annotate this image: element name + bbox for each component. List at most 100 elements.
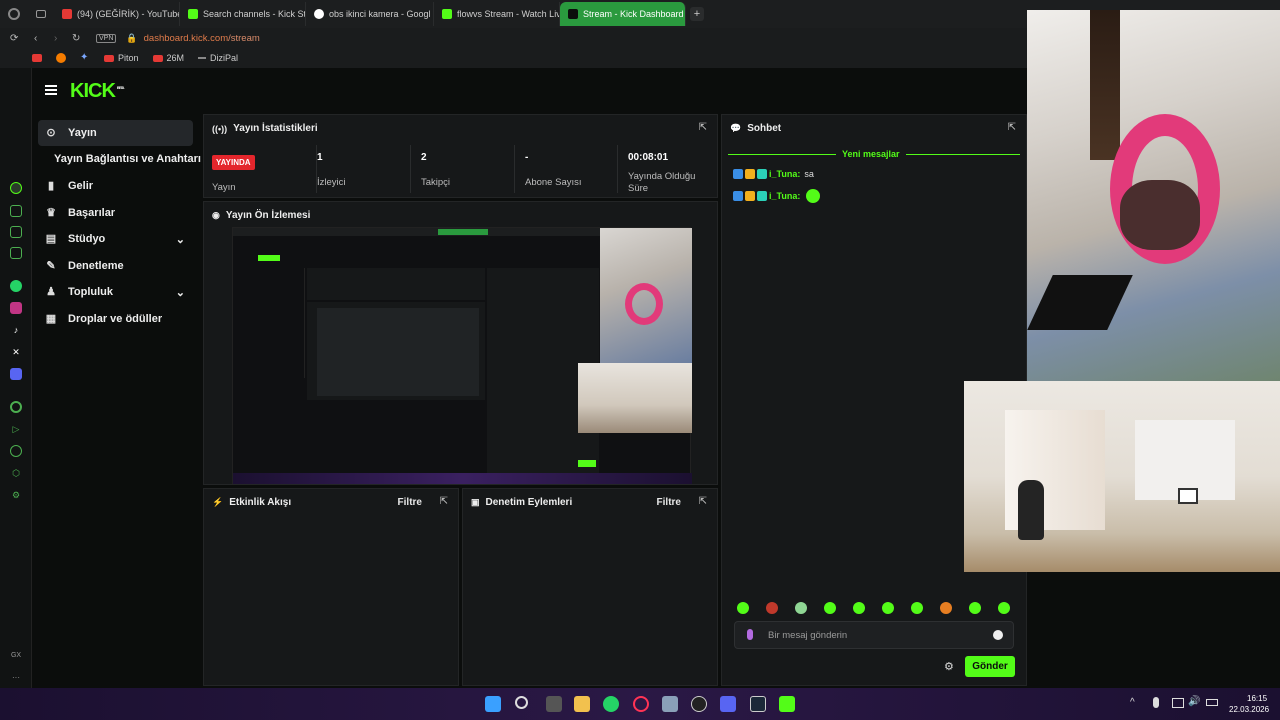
chat-username[interactable]: i_Tuna: <box>769 169 800 179</box>
preview-camera-gym <box>578 363 692 433</box>
emote-icon[interactable] <box>998 602 1010 614</box>
tab-google[interactable]: obs ikinci kamera - Googl <box>306 2 434 26</box>
broadcast-icon: ((•)) <box>212 123 228 134</box>
obs-icon[interactable] <box>691 696 707 712</box>
chat-message: i_Tuna: sa <box>733 169 814 179</box>
whatsapp-icon[interactable] <box>10 280 22 292</box>
task-view-icon[interactable] <box>546 696 562 712</box>
rail-app-icon[interactable] <box>10 226 22 238</box>
crown-badge-icon <box>745 191 755 201</box>
tab-kick-search[interactable]: Search channels - Kick St <box>180 2 306 26</box>
nav-droplar[interactable]: ▦ Droplar ve ödüller <box>38 306 193 332</box>
new-tab-button[interactable]: + <box>690 7 704 21</box>
chat-username[interactable]: i_Tuna: <box>769 191 800 201</box>
address-bar[interactable]: dashboard.kick.com/stream <box>144 33 260 44</box>
youtube-icon <box>152 54 163 62</box>
nav-denetleme[interactable]: ✎ Denetleme <box>38 253 193 279</box>
emote-icon[interactable] <box>824 602 836 614</box>
vpn-badge[interactable]: VPN <box>96 33 117 43</box>
nav-basarilar[interactable]: ♛ Başarılar <box>38 200 193 226</box>
kick-rail-icon[interactable] <box>10 182 22 194</box>
extension-icon[interactable]: ⬡ <box>10 467 22 479</box>
microphone-icon[interactable] <box>1153 697 1159 708</box>
x-icon[interactable]: ✕ <box>10 346 22 358</box>
gx-label[interactable]: GX <box>10 650 22 662</box>
nav-stream-key[interactable]: Yayın Bağlantısı ve Anahtarı <box>38 146 201 172</box>
bookmark-piton[interactable]: Piton <box>104 53 139 63</box>
emote-icon[interactable] <box>766 602 778 614</box>
webcam-cat-bed <box>1120 180 1200 250</box>
whatsapp-icon[interactable] <box>603 696 619 712</box>
tab-flowvs[interactable]: flowvs Stream - Watch Liv <box>434 2 560 26</box>
popout-icon[interactable]: ⇱ <box>1008 122 1016 133</box>
emote-icon[interactable] <box>737 602 749 614</box>
hamburger-menu-icon[interactable] <box>45 85 57 95</box>
chat-settings-icon[interactable]: ⚙ <box>944 660 954 673</box>
forward-icon[interactable]: › <box>54 33 64 44</box>
discord-icon[interactable] <box>10 368 22 380</box>
tiktok-icon[interactable]: ♪ <box>10 324 22 336</box>
chat-input-box[interactable]: Bir mesaj gönderin <box>734 621 1014 649</box>
emote-icon[interactable] <box>882 602 894 614</box>
youtube-icon <box>104 54 114 62</box>
emote-icon[interactable] <box>969 602 981 614</box>
tray-chevron-icon[interactable]: ^ <box>1130 697 1135 708</box>
youtube-bookmark-icon[interactable] <box>32 54 42 62</box>
rail-app-icon[interactable] <box>10 205 22 217</box>
more-icon[interactable]: ··· <box>10 672 22 684</box>
verified-badge-icon <box>757 191 767 201</box>
battery-icon[interactable] <box>1206 699 1218 706</box>
kick-icon[interactable] <box>779 696 795 712</box>
clock-time[interactable]: 16:15 <box>1247 694 1267 703</box>
kick-logo[interactable]: KICK BETA <box>70 80 124 103</box>
nav-yayin[interactable]: ⊙ Yayın <box>38 120 193 146</box>
gear-icon[interactable]: ⚙ <box>10 489 22 501</box>
moderation-actions-panel: ▣ Denetim Eylemleri Filtre ⇱ <box>462 488 718 686</box>
history-icon[interactable] <box>10 445 22 457</box>
filter-button[interactable]: Filtre <box>398 497 422 508</box>
refresh-icon[interactable]: ↻ <box>72 33 82 44</box>
rail-app-icon[interactable] <box>10 247 22 259</box>
back-icon[interactable]: ‹ <box>34 33 44 44</box>
file-explorer-icon[interactable] <box>574 696 590 712</box>
send-button[interactable]: Gönder <box>965 656 1015 677</box>
nav-topluluk[interactable]: ♟ Topluluk ⌄ <box>38 279 193 305</box>
windows-start-icon[interactable] <box>485 696 501 712</box>
blue-bookmark-icon[interactable]: ✦ <box>80 53 90 63</box>
tab-youtube[interactable]: (94) (GEĞİRİK) - YouTube <box>54 2 180 26</box>
emote-icon[interactable] <box>795 602 807 614</box>
app-icon[interactable] <box>662 696 678 712</box>
bookmark-dizipal[interactable]: DiziPal <box>198 53 238 63</box>
orange-bookmark-icon[interactable] <box>56 53 66 63</box>
workspaces-icon[interactable] <box>28 0 54 28</box>
popout-icon[interactable]: ⇱ <box>699 122 707 133</box>
tab-kick-dashboard[interactable]: Stream - Kick Dashboard <box>560 2 686 26</box>
popout-icon[interactable]: ⇱ <box>699 496 707 507</box>
nav-studyo[interactable]: ▤ Stüdyo ⌄ <box>38 226 193 252</box>
emote-icon[interactable] <box>940 602 952 614</box>
opera-menu-icon[interactable] <box>0 0 28 28</box>
volume-icon[interactable]: 🔊 <box>1188 696 1200 707</box>
emoji-picker-icon[interactable] <box>993 630 1003 640</box>
clock-date[interactable]: 22.03.2026 <box>1229 705 1269 714</box>
microphone-icon[interactable] <box>747 629 753 640</box>
steam-icon[interactable] <box>750 696 766 712</box>
network-icon[interactable] <box>1172 698 1184 708</box>
search-icon[interactable] <box>515 696 528 709</box>
preview-stats-box <box>307 268 485 300</box>
emote-icon[interactable] <box>853 602 865 614</box>
popout-icon[interactable]: ⇱ <box>440 496 448 507</box>
reload-icon[interactable]: ⟳ <box>10 33 22 44</box>
send-icon[interactable]: ▷ <box>10 423 22 435</box>
rail-settings-icon[interactable] <box>10 401 22 413</box>
webcam-hoop <box>1178 488 1198 504</box>
filter-button[interactable]: Filtre <box>657 497 681 508</box>
nav-gelir[interactable]: ▮ Gelir <box>38 173 193 199</box>
bookmark-26m[interactable]: 26M <box>152 53 184 63</box>
emote-icon[interactable] <box>911 602 923 614</box>
instagram-icon[interactable] <box>10 302 22 314</box>
stream-preview-video[interactable] <box>232 227 692 484</box>
chat-input-placeholder: Bir mesaj gönderin <box>768 630 848 641</box>
discord-icon[interactable] <box>720 696 736 712</box>
opera-gx-icon[interactable] <box>633 696 649 712</box>
